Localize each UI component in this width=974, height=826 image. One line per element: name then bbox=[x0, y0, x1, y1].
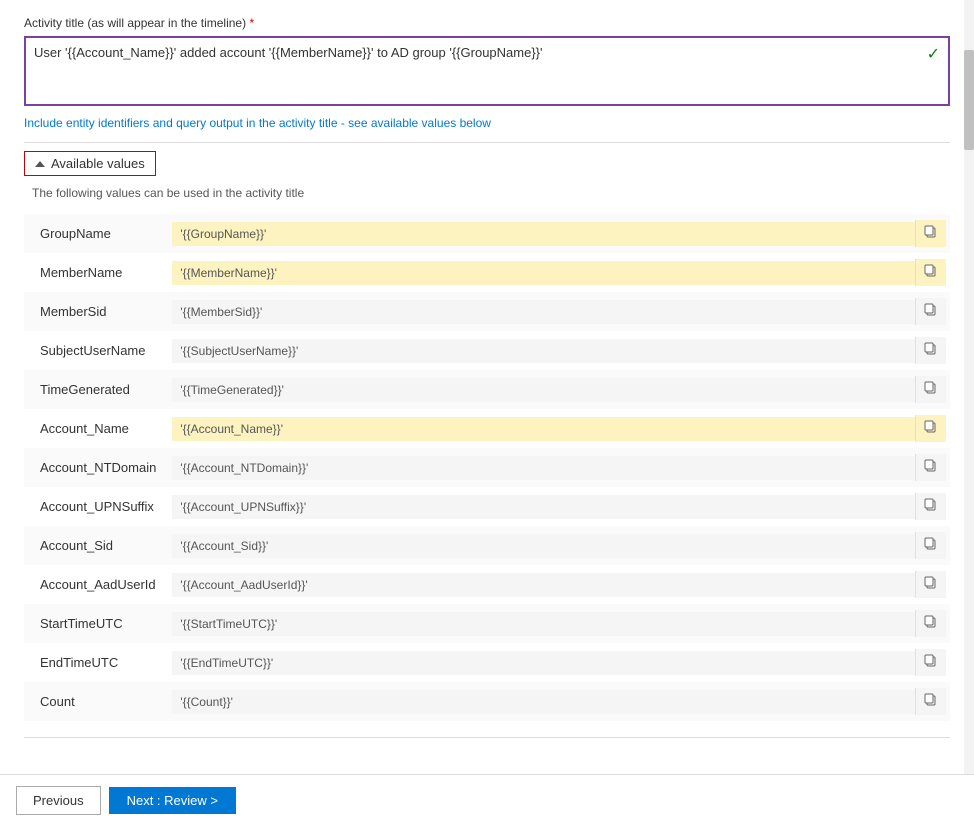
table-row: StartTimeUTC '{{StartTimeUTC}}' bbox=[24, 604, 950, 643]
values-table: GroupName '{{GroupName}}' MemberName '{{Me… bbox=[24, 214, 950, 721]
value-cell: '{{TimeGenerated}}' bbox=[164, 370, 950, 409]
divider-bottom bbox=[24, 737, 950, 738]
copy-icon bbox=[924, 459, 938, 473]
chevron-up-icon bbox=[35, 161, 45, 167]
next-review-button[interactable]: Next : Review > bbox=[109, 787, 236, 814]
divider-top bbox=[24, 142, 950, 143]
value-text: '{{Account_UPNSuffix}}' bbox=[172, 495, 915, 519]
value-text: '{{MemberSid}}' bbox=[172, 300, 915, 324]
available-values-toggle[interactable]: Available values bbox=[24, 151, 156, 176]
table-row: MemberName '{{MemberName}}' bbox=[24, 253, 950, 292]
value-name-cell: MemberName bbox=[24, 253, 164, 292]
table-row: SubjectUserName '{{SubjectUserName}}' bbox=[24, 331, 950, 370]
copy-button[interactable] bbox=[915, 649, 946, 676]
value-name-cell: Account_UPNSuffix bbox=[24, 487, 164, 526]
scrollbar-thumb[interactable] bbox=[964, 50, 974, 150]
copy-icon bbox=[924, 576, 938, 590]
hint-text: Include entity identifiers and query out… bbox=[24, 116, 950, 130]
copy-button[interactable] bbox=[915, 688, 946, 715]
copy-icon bbox=[924, 225, 938, 239]
copy-button[interactable] bbox=[915, 415, 946, 442]
value-name-cell: Account_AadUserId bbox=[24, 565, 164, 604]
copy-button[interactable] bbox=[915, 337, 946, 364]
table-row: EndTimeUTC '{{EndTimeUTC}}' bbox=[24, 643, 950, 682]
table-row: TimeGenerated '{{TimeGenerated}}' bbox=[24, 370, 950, 409]
copy-button[interactable] bbox=[915, 493, 946, 520]
copy-button[interactable] bbox=[915, 454, 946, 481]
value-name-cell: EndTimeUTC bbox=[24, 643, 164, 682]
value-cell: '{{StartTimeUTC}}' bbox=[164, 604, 950, 643]
scrollbar-track[interactable] bbox=[964, 0, 974, 774]
activity-title-text[interactable]: User '{{Account_Name}}' added account '{… bbox=[34, 44, 940, 62]
value-name-cell: Account_Name bbox=[24, 409, 164, 448]
table-row: Count '{{Count}}' bbox=[24, 682, 950, 721]
copy-icon bbox=[924, 654, 938, 668]
copy-icon bbox=[924, 615, 938, 629]
value-name-cell: StartTimeUTC bbox=[24, 604, 164, 643]
value-name-cell: Account_NTDomain bbox=[24, 448, 164, 487]
copy-icon bbox=[924, 264, 938, 278]
table-row: Account_NTDomain '{{Account_NTDomain}}' bbox=[24, 448, 950, 487]
value-text: '{{Count}}' bbox=[172, 690, 915, 714]
copy-button[interactable] bbox=[915, 376, 946, 403]
value-text: '{{Account_Sid}}' bbox=[172, 534, 915, 558]
value-text: '{{GroupName}}' bbox=[172, 222, 915, 246]
available-values-description: The following values can be used in the … bbox=[24, 186, 950, 200]
value-text: '{{Account_Name}}' bbox=[172, 417, 915, 441]
value-cell: '{{SubjectUserName}}' bbox=[164, 331, 950, 370]
valid-check-icon: ✓ bbox=[927, 44, 940, 64]
value-cell: '{{EndTimeUTC}}' bbox=[164, 643, 950, 682]
copy-icon bbox=[924, 498, 938, 512]
copy-icon bbox=[924, 693, 938, 707]
value-text: '{{Account_NTDomain}}' bbox=[172, 456, 915, 480]
value-cell: '{{Account_AadUserId}}' bbox=[164, 565, 950, 604]
copy-button[interactable] bbox=[915, 220, 946, 247]
value-cell: '{{Account_UPNSuffix}}' bbox=[164, 487, 950, 526]
copy-icon bbox=[924, 420, 938, 434]
previous-button[interactable]: Previous bbox=[16, 786, 101, 815]
main-content: Activity title (as will appear in the ti… bbox=[0, 0, 974, 826]
value-cell: '{{MemberSid}}' bbox=[164, 292, 950, 331]
copy-button[interactable] bbox=[915, 259, 946, 286]
copy-icon bbox=[924, 537, 938, 551]
value-text: '{{TimeGenerated}}' bbox=[172, 378, 915, 402]
value-text: '{{EndTimeUTC}}' bbox=[172, 651, 915, 675]
value-cell: '{{MemberName}}' bbox=[164, 253, 950, 292]
table-row: Account_Sid '{{Account_Sid}}' bbox=[24, 526, 950, 565]
value-text: '{{MemberName}}' bbox=[172, 261, 915, 285]
copy-icon bbox=[924, 303, 938, 317]
copy-button[interactable] bbox=[915, 571, 946, 598]
value-text: '{{SubjectUserName}}' bbox=[172, 339, 915, 363]
value-cell: '{{Account_NTDomain}}' bbox=[164, 448, 950, 487]
table-row: GroupName '{{GroupName}}' bbox=[24, 214, 950, 253]
value-name-cell: SubjectUserName bbox=[24, 331, 164, 370]
available-values-label: Available values bbox=[51, 156, 145, 171]
value-cell: '{{Account_Sid}}' bbox=[164, 526, 950, 565]
copy-button[interactable] bbox=[915, 610, 946, 637]
value-text: '{{Account_AadUserId}}' bbox=[172, 573, 915, 597]
value-name-cell: GroupName bbox=[24, 214, 164, 253]
value-cell: '{{GroupName}}' bbox=[164, 214, 950, 253]
table-row: Account_Name '{{Account_Name}}' bbox=[24, 409, 950, 448]
value-cell: '{{Account_Name}}' bbox=[164, 409, 950, 448]
activity-title-label: Activity title (as will appear in the ti… bbox=[24, 16, 950, 30]
table-row: MemberSid '{{MemberSid}}' bbox=[24, 292, 950, 331]
copy-button[interactable] bbox=[915, 298, 946, 325]
value-cell: '{{Count}}' bbox=[164, 682, 950, 721]
table-row: Account_UPNSuffix '{{Account_UPNSuffix}}' bbox=[24, 487, 950, 526]
table-row: Account_AadUserId '{{Account_AadUserId}}' bbox=[24, 565, 950, 604]
activity-title-input[interactable]: User '{{Account_Name}}' added account '{… bbox=[24, 36, 950, 106]
copy-button[interactable] bbox=[915, 532, 946, 559]
copy-icon bbox=[924, 342, 938, 356]
value-name-cell: Count bbox=[24, 682, 164, 721]
value-name-cell: MemberSid bbox=[24, 292, 164, 331]
bottom-bar: Previous Next : Review > bbox=[0, 774, 974, 826]
value-text: '{{StartTimeUTC}}' bbox=[172, 612, 915, 636]
copy-icon bbox=[924, 381, 938, 395]
value-name-cell: TimeGenerated bbox=[24, 370, 164, 409]
value-name-cell: Account_Sid bbox=[24, 526, 164, 565]
